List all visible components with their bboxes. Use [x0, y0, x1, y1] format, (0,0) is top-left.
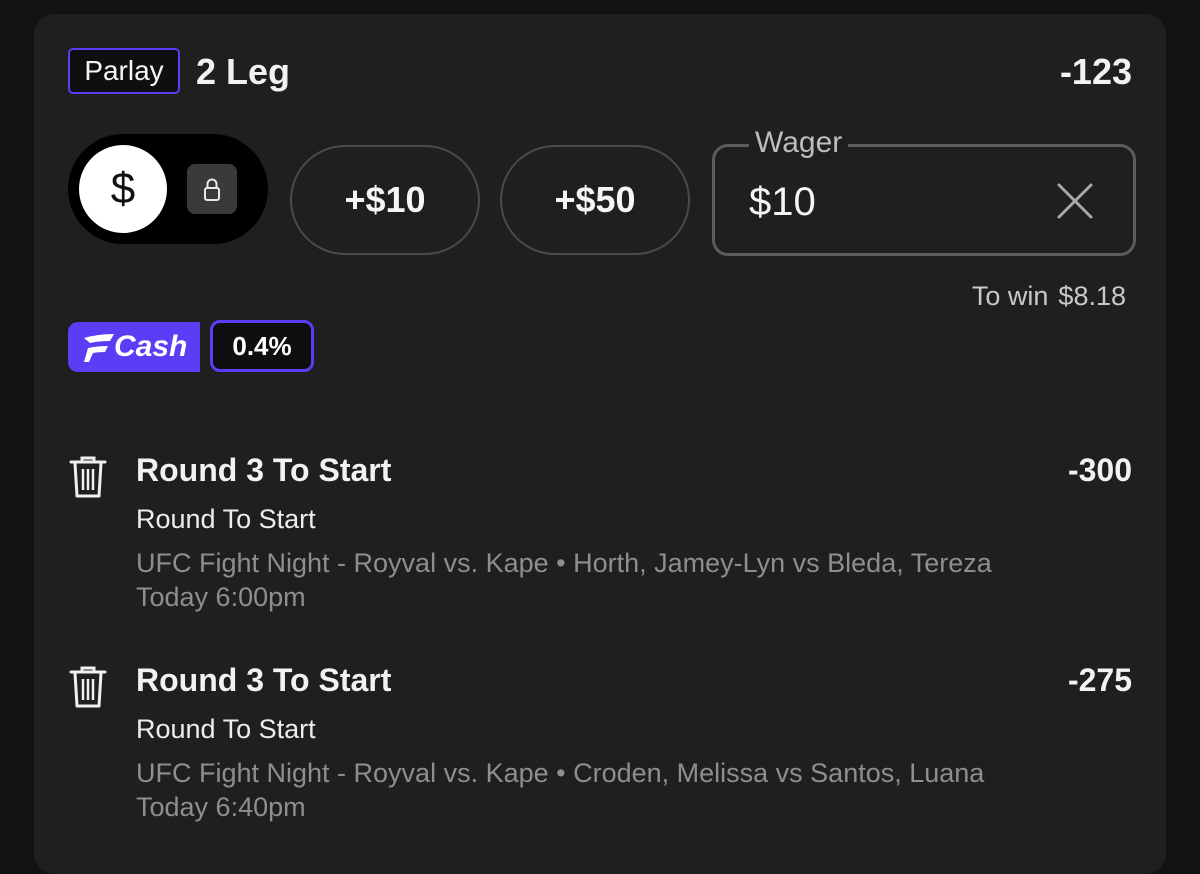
leg-market: Round To Start: [136, 504, 316, 534]
dollar-icon: $: [79, 145, 167, 233]
to-win-amount: $8.18: [1058, 281, 1126, 311]
total-odds: -123: [1059, 51, 1132, 92]
bet-slip-card: Parlay 2 Leg -123 $ +$10 +$50 Wager $10 …: [34, 14, 1166, 874]
leg-title: Round 3 To Start: [136, 452, 392, 488]
leg-odds: -275: [1067, 662, 1132, 698]
close-icon[interactable]: [1055, 181, 1095, 221]
leg-event: UFC Fight Night - Royval vs. Kape • Crod…: [136, 758, 985, 788]
parlay-badge: Parlay: [68, 48, 180, 94]
wager-label: Wager: [749, 125, 849, 161]
add-10-button[interactable]: +$10: [290, 145, 480, 255]
leg-event: UFC Fight Night - Royval vs. Kape • Hort…: [136, 548, 992, 578]
trash-icon[interactable]: [68, 454, 108, 500]
to-win: To win $8.18: [972, 280, 1126, 312]
fcash-label: Cash: [114, 330, 188, 363]
bet-header: Parlay 2 Leg -123: [68, 48, 1132, 98]
leg-time: Today 6:00pm: [136, 582, 306, 612]
parlay-leg: Round 3 To Start -300 Round To Start UFC…: [68, 450, 1132, 620]
leg-time: Today 6:40pm: [136, 792, 306, 822]
wager-input[interactable]: Wager $10: [712, 125, 1136, 256]
lock-icon: [187, 164, 237, 214]
leg-odds: -300: [1067, 452, 1132, 488]
currency-toggle[interactable]: $: [68, 134, 268, 244]
fanduel-f-icon: [84, 334, 114, 362]
leg-count: 2 Leg: [196, 51, 291, 92]
leg-market: Round To Start: [136, 714, 316, 744]
parlay-leg: Round 3 To Start -275 Round To Start UFC…: [68, 660, 1132, 830]
add-50-button[interactable]: +$50: [500, 145, 690, 255]
leg-title: Round 3 To Start: [136, 662, 392, 698]
fcash-percent: 0.4%: [210, 320, 314, 372]
wager-value[interactable]: $10: [749, 179, 816, 225]
to-win-label: To win: [971, 281, 1049, 311]
fcash-badge: Cash: [68, 322, 200, 372]
trash-icon[interactable]: [68, 664, 108, 710]
